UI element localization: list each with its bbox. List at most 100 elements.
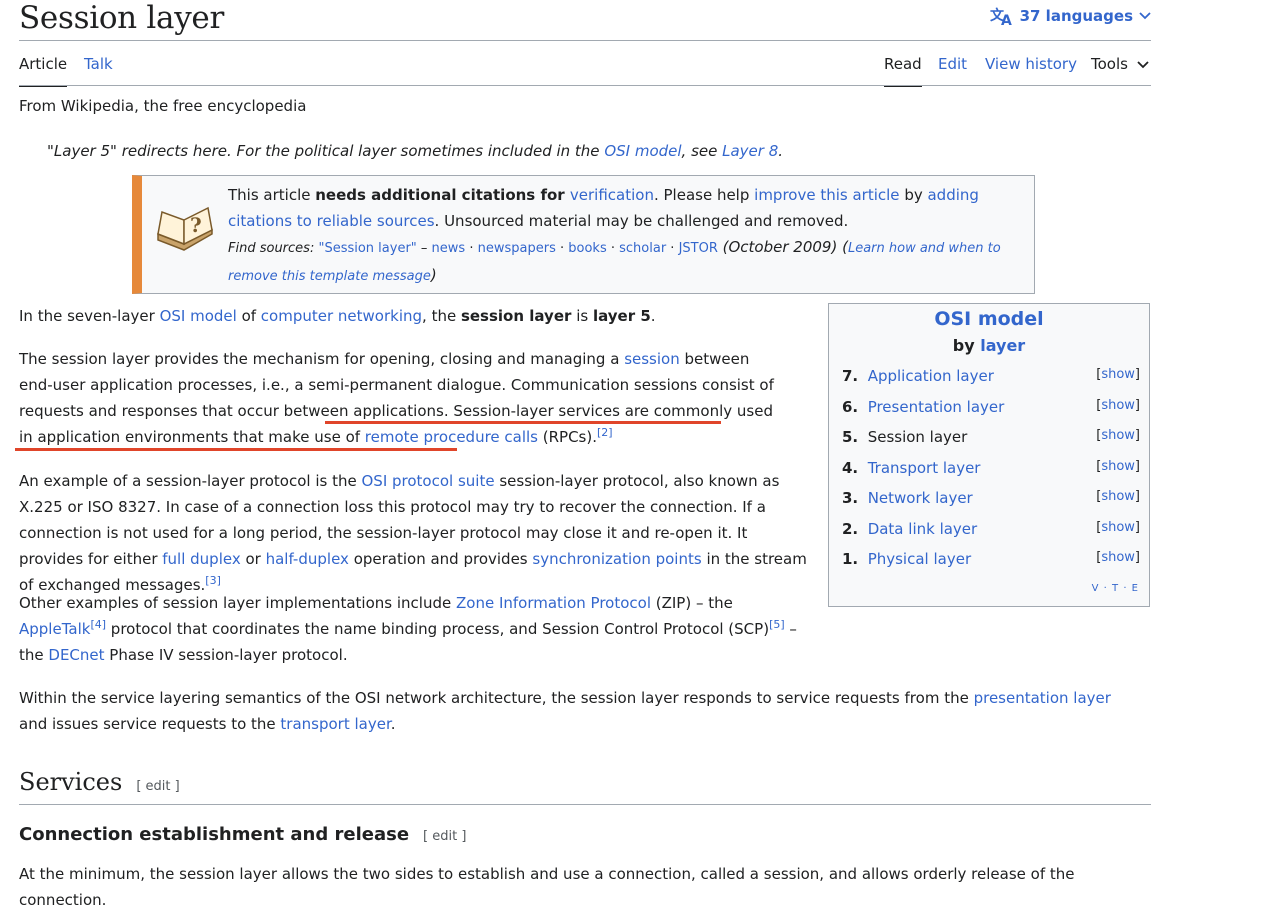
notice-text: ) <box>430 266 437 284</box>
link-decnet[interactable]: DECnet <box>48 646 104 664</box>
link-synchronization-points[interactable]: synchronization points <box>532 550 701 568</box>
notice-text: . Please help <box>653 186 755 204</box>
text: Phase IV session-layer protocol. <box>104 646 348 664</box>
show-toggle[interactable]: [show] <box>1096 550 1140 565</box>
link-jstor[interactable]: JSTOR <box>679 241 718 256</box>
navbox-row: 4. Transport layer [show] <box>842 459 1140 481</box>
svg-text:?: ? <box>190 213 202 237</box>
text: Other examples of session layer implemen… <box>19 594 456 612</box>
highlight-underline <box>325 421 721 424</box>
tab-edit[interactable]: Edit <box>938 54 967 74</box>
edit-section-link[interactable]: [ edit ] <box>423 829 466 844</box>
notice-date: (October 2009) ( <box>717 238 848 256</box>
link-layer-name[interactable]: Network layer <box>868 489 973 507</box>
text: , the <box>422 307 461 325</box>
link-zone-information-protocol[interactable]: Zone Information Protocol <box>456 594 651 612</box>
link-layer-8[interactable]: Layer 8 <box>722 142 778 160</box>
paragraph-other-examples: Other examples of session layer implemen… <box>19 590 809 668</box>
title-divider <box>19 40 1151 41</box>
show-toggle[interactable]: [show] <box>1096 428 1140 443</box>
vte-links[interactable]: V · T · E <box>1092 583 1139 594</box>
link-osi-model[interactable]: OSI model <box>604 142 681 160</box>
link-books[interactable]: books <box>568 241 606 256</box>
citation-notice: ? This article needs additional citation… <box>132 175 1035 294</box>
show-label: show <box>1101 428 1135 443</box>
text: or <box>240 550 266 568</box>
link-computer-networking[interactable]: computer networking <box>261 307 422 325</box>
reference-2[interactable]: [2] <box>597 426 613 439</box>
tools-menu[interactable]: Tools <box>1091 54 1149 74</box>
tab-view-history[interactable]: View history <box>985 54 1077 74</box>
edit-section-link[interactable]: [ edit ] <box>136 779 179 794</box>
page-title: Session layer <box>19 0 224 36</box>
link-news[interactable]: news <box>432 241 466 256</box>
svg-text:A: A <box>1001 13 1012 26</box>
link-osi-model[interactable]: OSI model <box>160 307 237 325</box>
tab-talk[interactable]: Talk <box>84 54 113 74</box>
show-toggle[interactable]: [show] <box>1096 398 1140 413</box>
link-transport-layer[interactable]: transport layer <box>280 715 390 733</box>
notice-bold: needs additional citations for <box>315 186 570 204</box>
notice-text: by <box>899 186 928 204</box>
question-book-icon: ? <box>157 206 213 251</box>
link-newspapers[interactable]: newspapers <box>478 241 556 256</box>
section-heading-connection: Connection establishment and release [ ed… <box>19 824 466 845</box>
show-toggle[interactable]: [show] <box>1096 489 1140 504</box>
navbox-row: 7. Application layer [show] <box>842 367 1140 389</box>
link-full-duplex[interactable]: full duplex <box>162 550 240 568</box>
language-button[interactable]: 文 A 37 languages <box>990 6 1151 26</box>
translate-icon: 文 A <box>990 7 1012 26</box>
text: The session layer provides the mechanism… <box>19 350 625 368</box>
layer-number: 4. <box>842 459 859 477</box>
text: by <box>952 336 981 355</box>
link-layer-name[interactable]: Transport layer <box>868 459 981 477</box>
show-label: show <box>1101 367 1135 382</box>
link-verification[interactable]: verification <box>570 186 654 204</box>
text: (RPCs). <box>538 428 597 446</box>
navbox-row: 3. Network layer [show] <box>842 489 1140 511</box>
link-layer-name[interactable]: Presentation layer <box>868 398 1005 416</box>
link-layer[interactable]: layer <box>980 336 1025 355</box>
text: Within the service layering semantics of… <box>19 689 974 707</box>
link-appletalk[interactable]: AppleTalk <box>19 620 90 638</box>
layer-number: 5. <box>842 428 859 446</box>
navbox-title[interactable]: OSI model <box>829 308 1149 330</box>
reference-5[interactable]: [5] <box>769 618 785 631</box>
edit-label: [ edit ] <box>136 779 180 794</box>
link-session[interactable]: session <box>624 350 680 368</box>
paragraph-mechanism: The session layer provides the mechanism… <box>19 346 779 450</box>
tagline: From Wikipedia, the free encyclopedia <box>19 97 307 115</box>
notice-text: This article <box>228 186 316 204</box>
tools-label: Tools <box>1091 55 1128 73</box>
link-half-duplex[interactable]: half-duplex <box>266 550 349 568</box>
hatnote: "Layer 5" redirects here. For the politi… <box>47 142 783 160</box>
link-remote-procedure-calls[interactable]: remote procedure calls <box>365 428 538 446</box>
link-search-query[interactable]: "Session layer" <box>318 241 416 256</box>
navbox-subtitle: by layer <box>829 336 1149 355</box>
link-scholar[interactable]: scholar <box>619 241 666 256</box>
show-toggle[interactable]: [show] <box>1096 520 1140 535</box>
navbox-row: 1. Physical layer [show] <box>842 550 1140 572</box>
link-layer-name[interactable]: Application layer <box>868 367 994 385</box>
text: protocol that coordinates the name bindi… <box>106 620 770 638</box>
link-layer-name[interactable]: Physical layer <box>868 550 971 568</box>
reference-3[interactable]: [3] <box>205 574 221 587</box>
link-osi-protocol-suite[interactable]: OSI protocol suite <box>361 472 494 490</box>
text: is <box>571 307 593 325</box>
link-presentation-layer[interactable]: presentation layer <box>974 689 1111 707</box>
paragraph-example: An example of a session-layer protocol i… <box>19 468 809 598</box>
navbox-row: 5. Session layer [show] <box>842 428 1140 450</box>
link-layer-name[interactable]: Data link layer <box>868 520 978 538</box>
layer-number: 6. <box>842 398 859 416</box>
tab-article[interactable]: Article <box>19 54 68 87</box>
separator: – <box>416 241 432 256</box>
section-heading-services: Services [ edit ] <box>19 768 180 796</box>
tab-read[interactable]: Read <box>884 54 922 87</box>
link-improve-article[interactable]: improve this article <box>754 186 899 204</box>
show-toggle[interactable]: [show] <box>1096 459 1140 474</box>
find-sources-label: Find sources: <box>228 241 315 256</box>
show-label: show <box>1101 520 1135 535</box>
bold-term: layer 5 <box>592 307 651 325</box>
show-toggle[interactable]: [show] <box>1096 367 1140 382</box>
reference-4[interactable]: [4] <box>90 618 106 631</box>
